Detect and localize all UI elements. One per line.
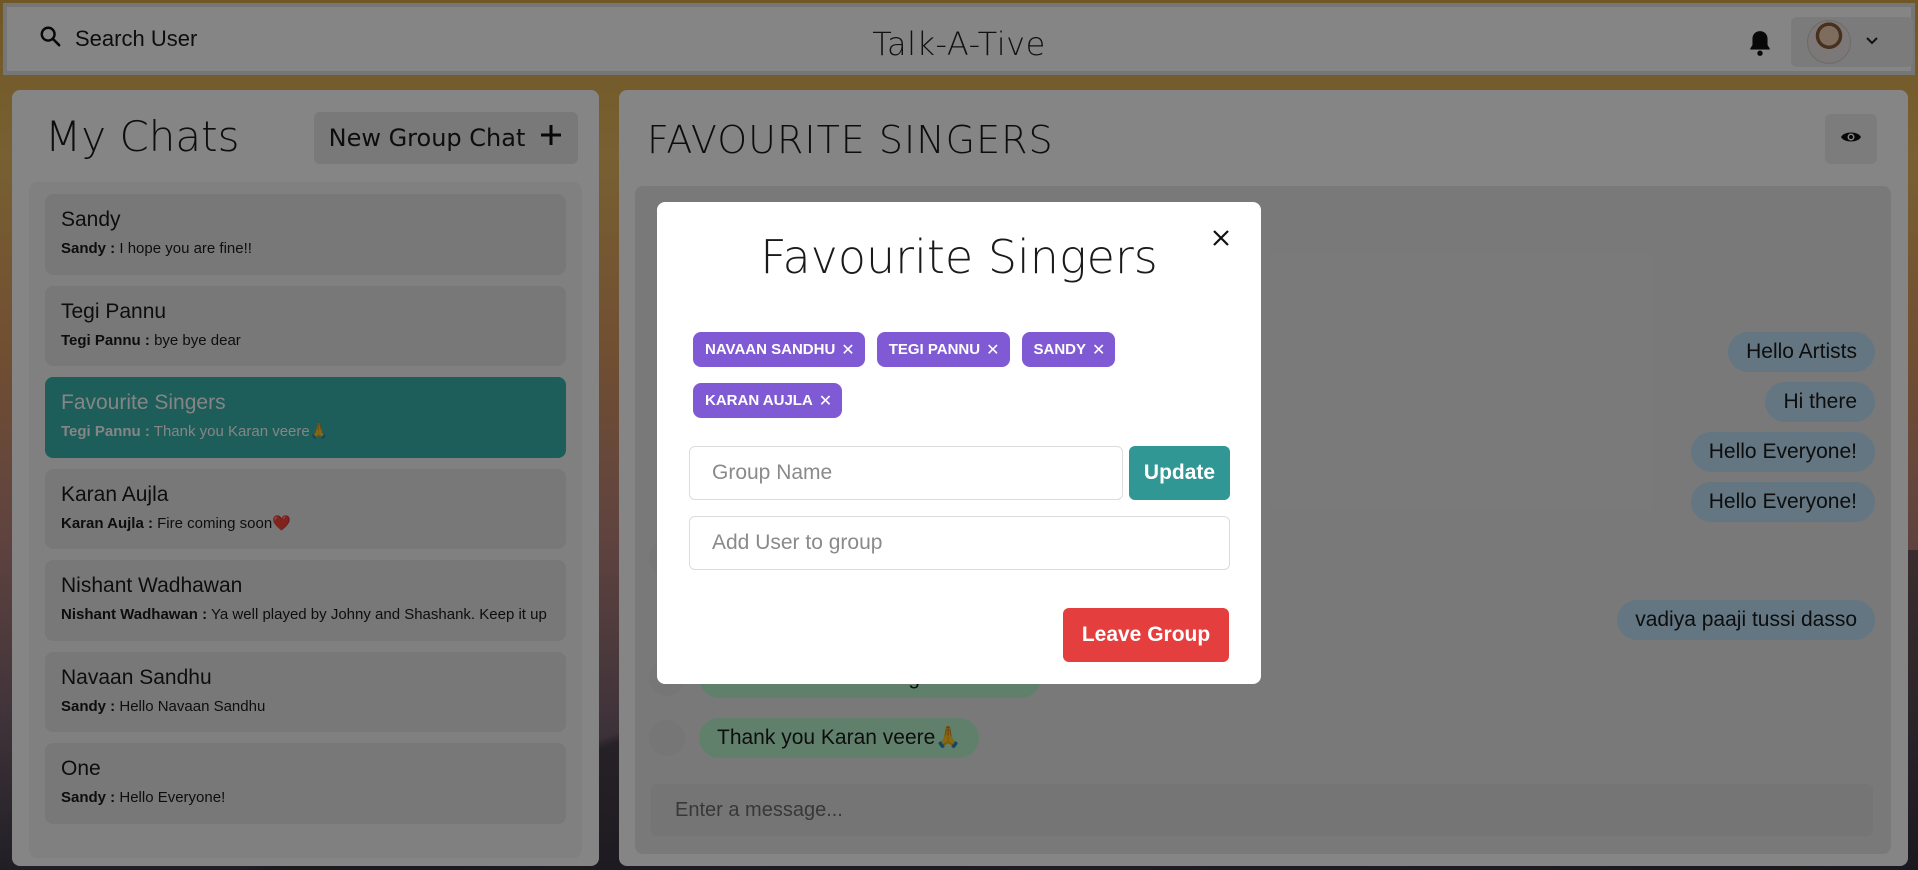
group-name-input[interactable]: Group Name bbox=[689, 446, 1123, 500]
remove-member-icon[interactable]: ✕ bbox=[986, 340, 999, 360]
group-name-placeholder: Group Name bbox=[712, 461, 833, 484]
modal-title: Favourite Singers bbox=[760, 230, 1158, 284]
leave-group-button[interactable]: Leave Group bbox=[1063, 608, 1229, 662]
add-user-placeholder: Add User to group bbox=[712, 531, 883, 554]
add-user-input[interactable]: Add User to group bbox=[689, 516, 1230, 570]
member-tag[interactable]: NAVAAN SANDHU ✕ bbox=[693, 332, 865, 367]
update-group-modal: Favourite Singers NAVAAN SANDHU ✕ TEGI PA… bbox=[657, 202, 1261, 684]
update-button[interactable]: Update bbox=[1129, 446, 1230, 500]
close-icon[interactable] bbox=[1205, 222, 1237, 254]
member-tag[interactable]: SANDY ✕ bbox=[1021, 332, 1116, 367]
remove-member-icon[interactable]: ✕ bbox=[1092, 340, 1105, 360]
member-tag[interactable]: KARAN AUJLA ✕ bbox=[693, 383, 843, 418]
remove-member-icon[interactable]: ✕ bbox=[819, 391, 832, 411]
member-tag[interactable]: TEGI PANNU ✕ bbox=[876, 332, 1010, 367]
remove-member-icon[interactable]: ✕ bbox=[841, 340, 854, 360]
group-members: NAVAAN SANDHU ✕ TEGI PANNU ✕ SANDY ✕ KARAN … bbox=[693, 332, 1233, 418]
